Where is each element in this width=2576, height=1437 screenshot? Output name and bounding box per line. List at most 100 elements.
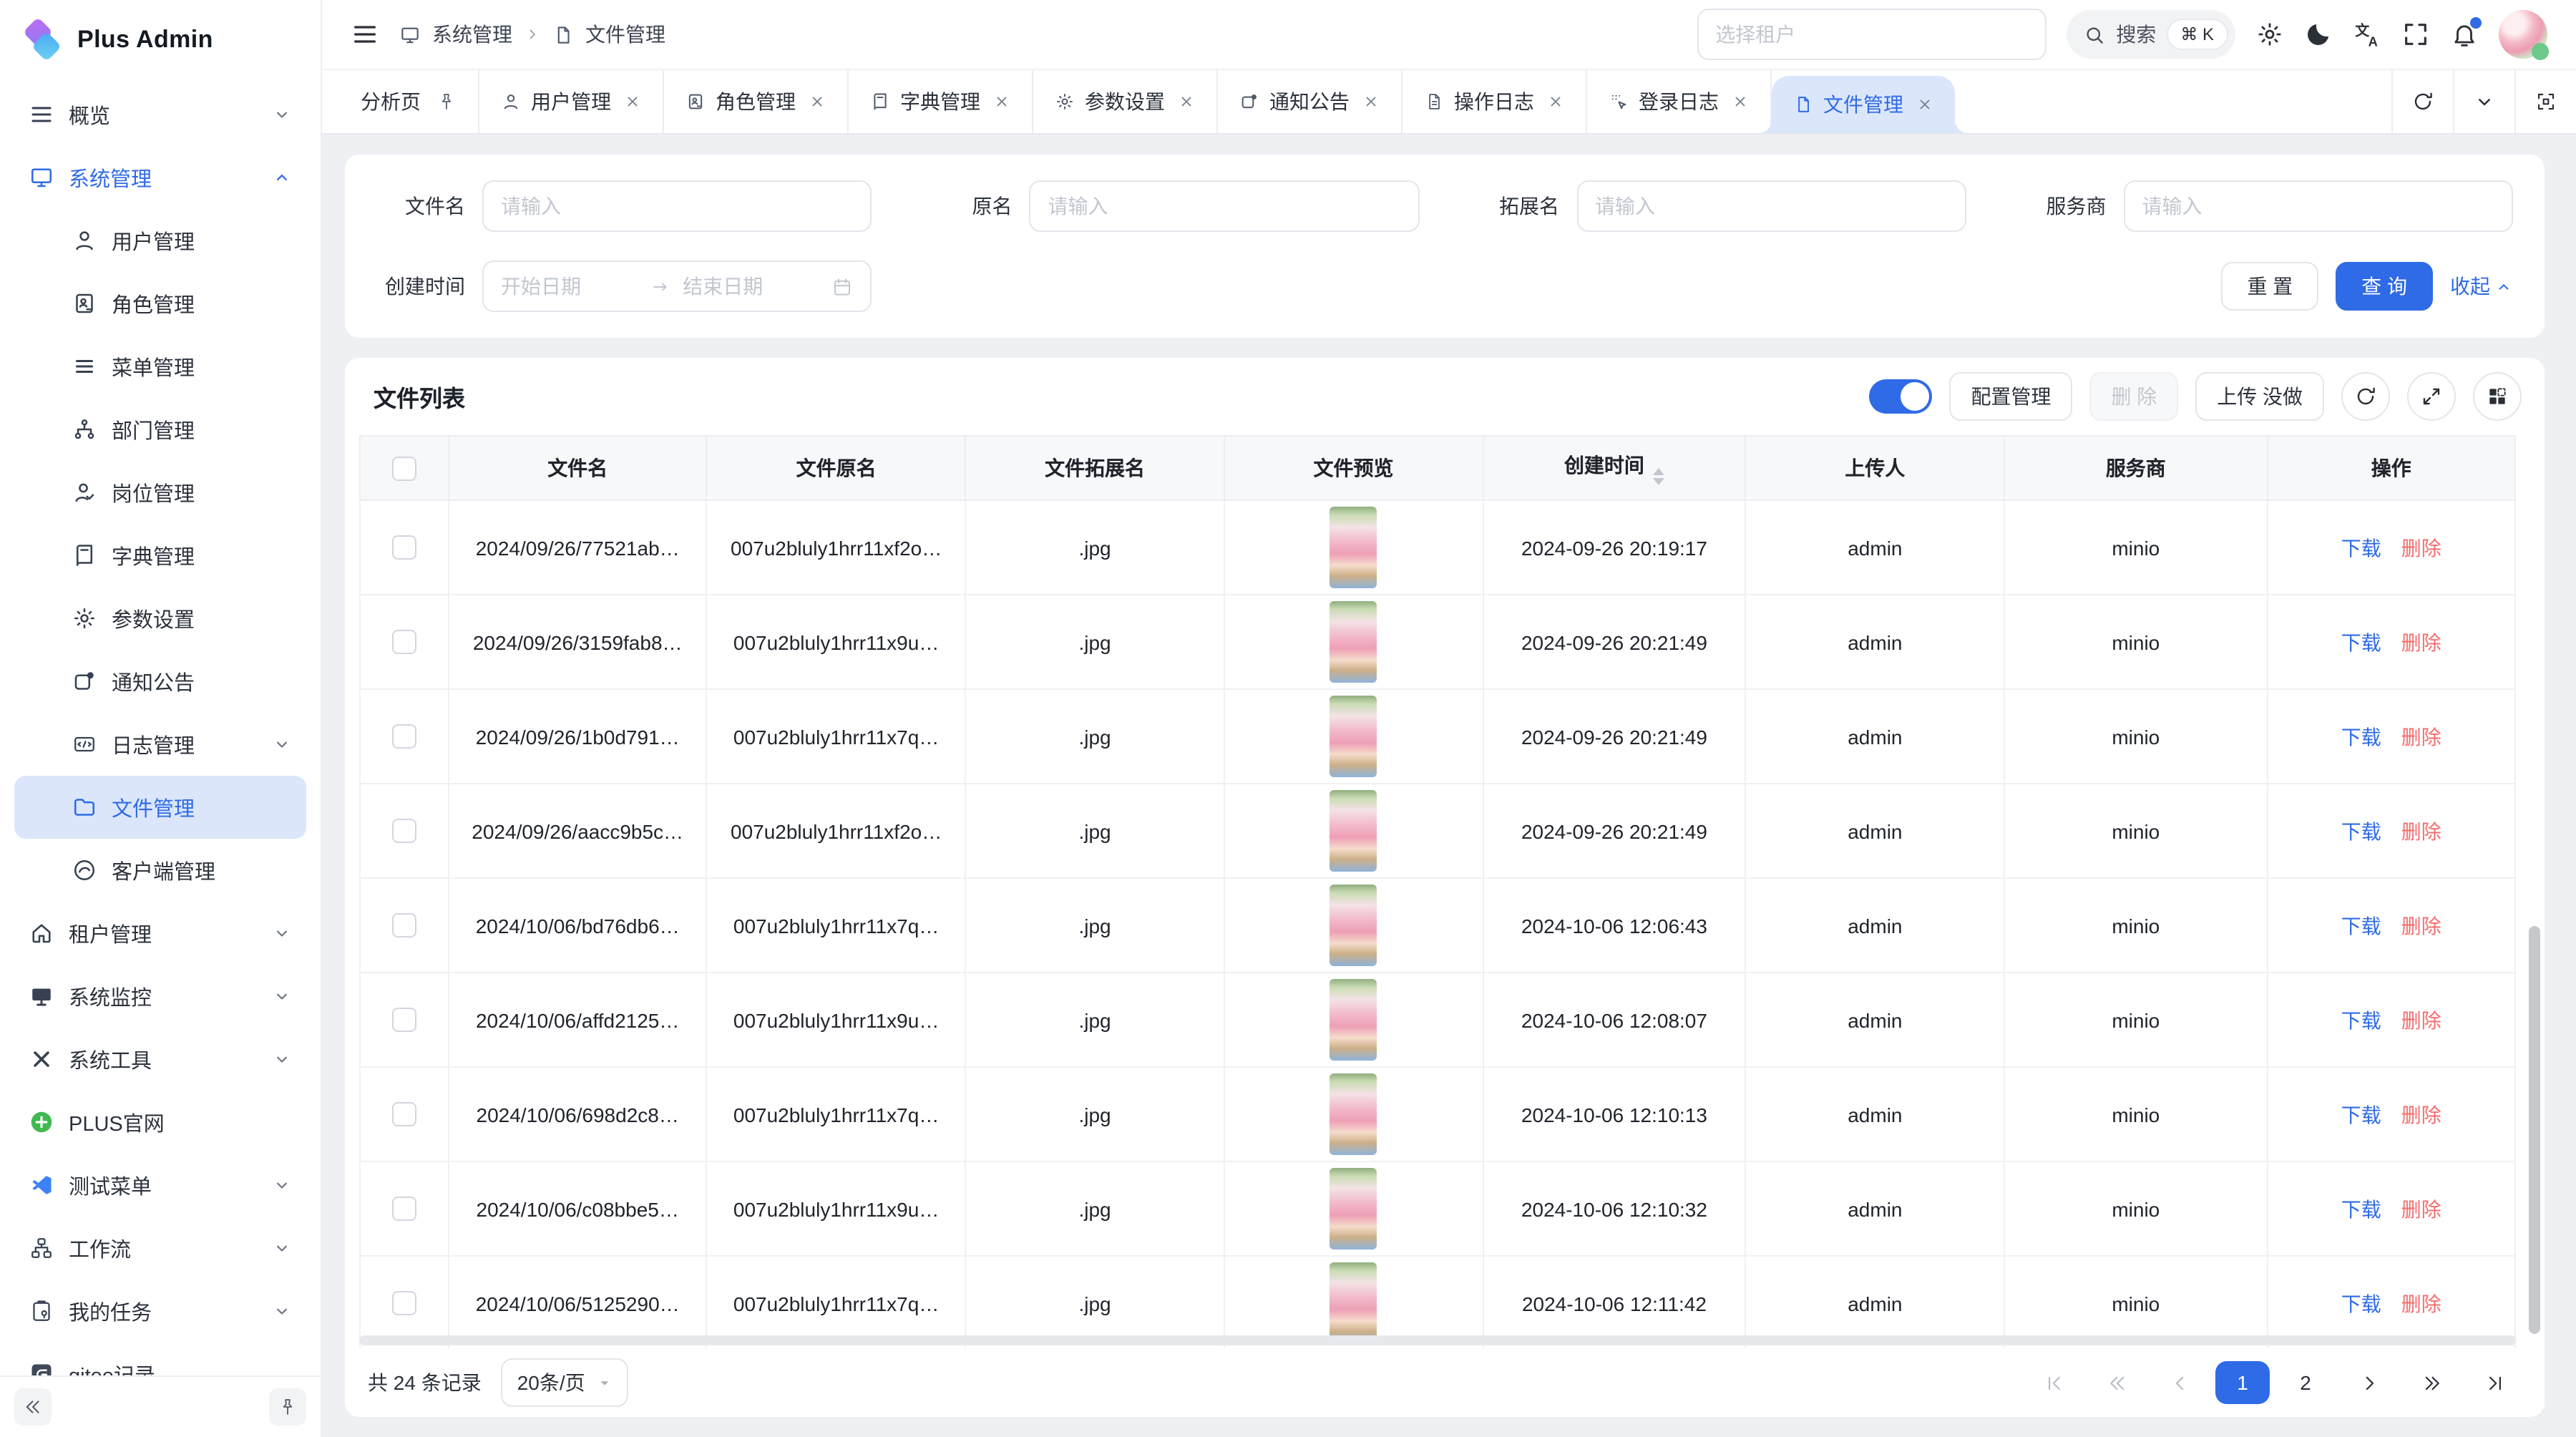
scrollbar-thumb[interactable] [2529,927,2540,1334]
upload-button[interactable]: 上传 没做 [2195,372,2324,421]
download-link[interactable]: 下载 [2341,536,2381,559]
tab-user-management[interactable]: 用户管理 [479,70,664,133]
provider-input[interactable] [2124,180,2514,232]
sidebar-item-client-management[interactable]: 客户端管理 [14,839,306,902]
sidebar-pin-button[interactable] [269,1388,306,1426]
row-checkbox[interactable] [392,536,416,560]
tabs-more-button[interactable] [2453,70,2514,133]
file-preview-image[interactable] [1330,696,1377,777]
download-link[interactable]: 下载 [2341,914,2381,937]
sidebar-item-tenant-management[interactable]: 租户管理 [14,902,306,965]
delete-link[interactable]: 删除 [2401,1103,2441,1126]
sidebar-item-system-tools[interactable]: 系统工具 [14,1028,306,1091]
close-icon[interactable] [1732,93,1749,110]
row-checkbox[interactable] [392,1103,416,1127]
sidebar-item-menu-management[interactable]: 菜单管理 [14,335,306,398]
tab-role-management[interactable]: 角色管理 [664,70,849,133]
sidebar-item-workflow[interactable]: 工作流 [14,1217,306,1280]
sidebar-item-post-management[interactable]: 岗位管理 [14,461,306,524]
reset-button[interactable]: 重 置 [2221,262,2318,311]
collapse-filter-link[interactable]: 收起 [2450,272,2513,301]
file-preview-image[interactable] [1330,601,1377,683]
table-fullscreen-button[interactable] [2407,372,2456,421]
sidebar-item-my-tasks[interactable]: 我的任务 [14,1280,306,1343]
sidebar-item-system-management[interactable]: 系统管理 [14,146,306,209]
close-icon[interactable] [1178,93,1195,110]
dark-mode-icon[interactable] [2304,20,2333,49]
column-settings-button[interactable] [2473,372,2522,421]
close-icon[interactable] [809,93,826,110]
select-all-checkbox[interactable] [392,457,416,481]
row-checkbox[interactable] [392,1008,416,1033]
original-name-input[interactable] [1030,180,1420,232]
settings-icon[interactable] [2255,20,2284,49]
sidebar-item-log-management[interactable]: 日志管理 [14,713,306,776]
download-link[interactable]: 下载 [2341,1197,2381,1220]
pin-icon[interactable] [436,92,457,112]
column-header[interactable]: 创建时间 [1483,436,1745,500]
sidebar-item-file-management[interactable]: 文件管理 [14,776,306,839]
download-link[interactable]: 下载 [2341,630,2381,653]
tabs-refresh-button[interactable] [2391,70,2453,133]
search-button[interactable]: 查 询 [2336,262,2433,311]
sidebar-item-param-settings[interactable]: 参数设置 [14,587,306,650]
tab-notice-announcement[interactable]: 通知公告 [1218,70,1402,133]
notifications-bell-icon[interactable] [2450,20,2479,49]
file-preview-image[interactable] [1330,1262,1377,1344]
file-preview-image[interactable] [1330,885,1377,966]
delete-link[interactable]: 删除 [2401,914,2441,937]
tenant-select[interactable] [1697,9,2046,60]
sidebar-item-dept-management[interactable]: 部门管理 [14,398,306,461]
delete-link[interactable]: 删除 [2401,1292,2441,1315]
sidebar-toggle-icon[interactable] [351,20,379,49]
tab-dict-management[interactable]: 字典管理 [849,70,1033,133]
sidebar-item-overview[interactable]: 概览 [14,83,306,146]
extension-input[interactable] [1576,180,1966,232]
close-icon[interactable] [993,93,1010,110]
row-checkbox[interactable] [392,630,416,655]
global-search[interactable]: 搜索 ⌘ K [2066,10,2235,59]
page-next-button[interactable] [2341,1361,2396,1404]
tab-analysis[interactable]: 分析页 [339,70,479,133]
config-management-button[interactable]: 配置管理 [1949,372,2072,421]
language-icon[interactable]: 文A [2353,20,2381,49]
sidebar-item-dict-management[interactable]: 字典管理 [14,524,306,587]
delete-link[interactable]: 删除 [2401,630,2441,653]
delete-link[interactable]: 删除 [2401,725,2441,748]
sidebar-item-gitee-record[interactable]: gitee记录 [14,1343,306,1375]
page-number-button[interactable]: 1 [2215,1361,2270,1404]
user-avatar[interactable] [2499,10,2547,59]
delete-link[interactable]: 删除 [2401,536,2441,559]
download-link[interactable]: 下载 [2341,819,2381,842]
table-refresh-button[interactable] [2341,372,2390,421]
file-preview-image[interactable] [1330,507,1377,588]
download-link[interactable]: 下载 [2341,1103,2381,1126]
sidebar-item-user-management[interactable]: 用户管理 [14,209,306,272]
sort-icon[interactable] [1653,468,1664,485]
sidebar-item-notice-announcement[interactable]: 通知公告 [14,650,306,713]
tab-file-management[interactable]: 文件管理 [1772,76,1955,133]
delete-link[interactable]: 删除 [2401,819,2441,842]
page-size-select[interactable]: 20条/页 [502,1358,628,1407]
row-checkbox[interactable] [392,1197,416,1222]
sidebar-item-role-management[interactable]: 角色管理 [14,272,306,335]
horizontal-scrollbar[interactable] [359,1335,2516,1345]
download-link[interactable]: 下载 [2341,1008,2381,1031]
close-icon[interactable] [624,93,641,110]
breadcrumb-item[interactable]: 系统管理 [432,20,512,49]
vertical-scrollbar[interactable] [2529,438,2540,1343]
file-preview-image[interactable] [1330,790,1377,872]
date-range-input[interactable]: 开始日期 结束日期 [482,260,872,312]
sidebar-item-test-menu[interactable]: 测试菜单 [14,1154,306,1217]
sidebar-item-system-monitor[interactable]: 系统监控 [14,965,306,1028]
page-jump-prev-button[interactable] [2089,1361,2144,1404]
close-icon[interactable] [1362,93,1380,110]
tabs-fullscreen-button[interactable] [2514,70,2576,133]
page-prev-button[interactable] [2152,1361,2207,1404]
fullscreen-icon[interactable] [2401,20,2430,49]
download-link[interactable]: 下载 [2341,1292,2381,1315]
row-checkbox[interactable] [392,725,416,749]
tab-login-log[interactable]: 登录日志 [1587,70,1772,133]
file-preview-image[interactable] [1330,1073,1377,1155]
delete-link[interactable]: 删除 [2401,1197,2441,1220]
